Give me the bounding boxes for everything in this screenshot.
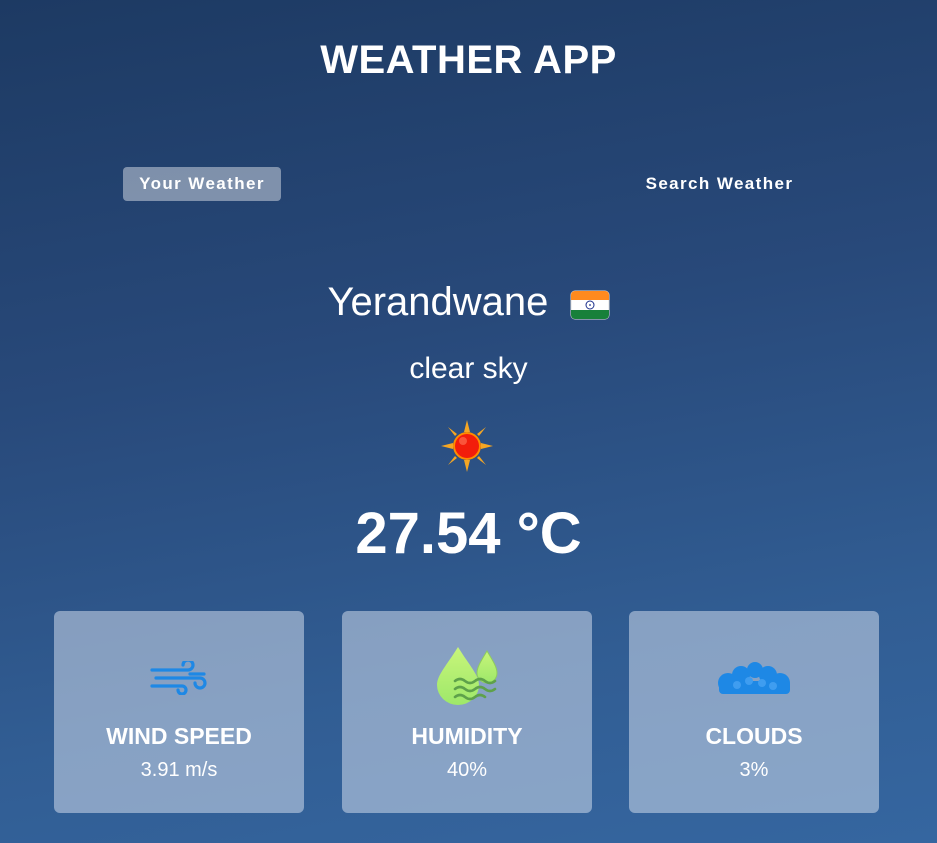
clouds-label: CLOUDS [705,723,803,749]
humidity-label: HUMIDITY [411,723,523,749]
clouds-value: 3% [739,759,769,781]
wind-speed-value: 3.91 m/s [140,759,218,781]
humidity-card: HUMIDITY 40% [342,611,592,813]
sun-icon [439,418,495,474]
humidity-icon [433,645,501,709]
wind-speed-label: WIND SPEED [106,723,252,749]
app-title: WEATHER APP [320,38,617,82]
weather-description: clear sky [409,352,528,385]
tab-your-weather[interactable]: Your Weather [123,167,281,201]
city-name: Yerandwane [327,280,549,324]
location-row: Yerandwane [0,280,937,325]
temperature: 27.54 °C [355,501,582,566]
wind-icon [150,658,208,699]
tab-search-weather[interactable]: Search Weather [622,167,817,201]
clouds-card: CLOUDS 3% [629,611,879,813]
india-flag-icon [570,285,610,320]
wind-speed-card: WIND SPEED 3.91 m/s [54,611,304,813]
humidity-value: 40% [446,759,488,781]
cloud-icon [715,661,793,699]
